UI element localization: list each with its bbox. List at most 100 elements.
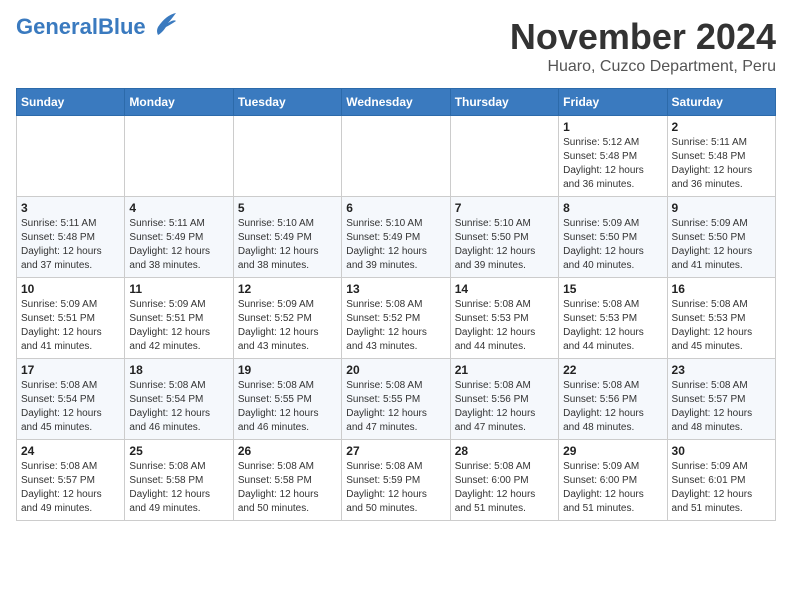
day-number: 12 (238, 282, 337, 296)
day-cell-14: 14 Sunrise: 5:08 AM Sunset: 5:53 PM Dayli… (450, 278, 558, 359)
weekday-header-friday: Friday (559, 89, 667, 116)
day-cell-17: 17 Sunrise: 5:08 AM Sunset: 5:54 PM Dayli… (17, 359, 125, 440)
weekday-header-wednesday: Wednesday (342, 89, 450, 116)
day-number: 7 (455, 201, 554, 215)
day-cell-26: 26 Sunrise: 5:08 AM Sunset: 5:58 PM Dayli… (233, 440, 341, 521)
day-info: Sunrise: 5:08 AM Sunset: 5:53 PM Dayligh… (672, 298, 771, 354)
day-cell-19: 19 Sunrise: 5:08 AM Sunset: 5:55 PM Dayli… (233, 359, 341, 440)
weekday-header-monday: Monday (125, 89, 233, 116)
empty-cell (233, 116, 341, 197)
day-cell-16: 16 Sunrise: 5:08 AM Sunset: 5:53 PM Dayli… (667, 278, 775, 359)
day-info: Sunrise: 5:09 AM Sunset: 5:50 PM Dayligh… (563, 217, 662, 273)
day-number: 26 (238, 444, 337, 458)
day-info: Sunrise: 5:08 AM Sunset: 5:52 PM Dayligh… (346, 298, 445, 354)
day-cell-9: 9 Sunrise: 5:09 AM Sunset: 5:50 PM Daylig… (667, 197, 775, 278)
day-number: 16 (672, 282, 771, 296)
day-info: Sunrise: 5:08 AM Sunset: 5:55 PM Dayligh… (238, 379, 337, 435)
day-cell-20: 20 Sunrise: 5:08 AM Sunset: 5:55 PM Dayli… (342, 359, 450, 440)
day-number: 28 (455, 444, 554, 458)
day-cell-22: 22 Sunrise: 5:08 AM Sunset: 5:56 PM Dayli… (559, 359, 667, 440)
day-info: Sunrise: 5:11 AM Sunset: 5:48 PM Dayligh… (21, 217, 120, 273)
day-number: 6 (346, 201, 445, 215)
day-cell-13: 13 Sunrise: 5:08 AM Sunset: 5:52 PM Dayli… (342, 278, 450, 359)
day-cell-10: 10 Sunrise: 5:09 AM Sunset: 5:51 PM Dayli… (17, 278, 125, 359)
day-cell-7: 7 Sunrise: 5:10 AM Sunset: 5:50 PM Daylig… (450, 197, 558, 278)
calendar-table: SundayMondayTuesdayWednesdayThursdayFrid… (16, 88, 776, 521)
day-number: 17 (21, 363, 120, 377)
day-number: 20 (346, 363, 445, 377)
day-info: Sunrise: 5:09 AM Sunset: 5:50 PM Dayligh… (672, 217, 771, 273)
day-info: Sunrise: 5:10 AM Sunset: 5:49 PM Dayligh… (346, 217, 445, 273)
day-info: Sunrise: 5:08 AM Sunset: 5:54 PM Dayligh… (129, 379, 228, 435)
weekday-header-saturday: Saturday (667, 89, 775, 116)
week-row-1: 1 Sunrise: 5:12 AM Sunset: 5:48 PM Daylig… (17, 116, 776, 197)
day-info: Sunrise: 5:08 AM Sunset: 5:56 PM Dayligh… (455, 379, 554, 435)
day-cell-2: 2 Sunrise: 5:11 AM Sunset: 5:48 PM Daylig… (667, 116, 775, 197)
day-cell-4: 4Sunrise: 5:11 AM Sunset: 5:49 PM Daylig… (125, 197, 233, 278)
week-row-5: 24Sunrise: 5:08 AM Sunset: 5:57 PM Dayli… (17, 440, 776, 521)
day-info: Sunrise: 5:08 AM Sunset: 5:57 PM Dayligh… (672, 379, 771, 435)
day-info: Sunrise: 5:09 AM Sunset: 6:01 PM Dayligh… (672, 460, 771, 516)
day-info: Sunrise: 5:08 AM Sunset: 5:56 PM Dayligh… (563, 379, 662, 435)
day-cell-3: 3 Sunrise: 5:11 AM Sunset: 5:48 PM Daylig… (17, 197, 125, 278)
day-number: 27 (346, 444, 445, 458)
day-info: Sunrise: 5:08 AM Sunset: 5:54 PM Dayligh… (21, 379, 120, 435)
day-cell-27: 27 Sunrise: 5:08 AM Sunset: 5:59 PM Dayli… (342, 440, 450, 521)
day-info: Sunrise: 5:08 AM Sunset: 5:59 PM Dayligh… (346, 460, 445, 516)
day-info: Sunrise: 5:12 AM Sunset: 5:48 PM Dayligh… (563, 136, 662, 192)
day-cell-8: 8 Sunrise: 5:09 AM Sunset: 5:50 PM Daylig… (559, 197, 667, 278)
logo: GeneralBlue (16, 16, 176, 38)
day-info: Sunrise: 5:09 AM Sunset: 5:51 PM Dayligh… (21, 298, 120, 354)
day-cell-25: 25 Sunrise: 5:08 AM Sunset: 5:58 PM Dayli… (125, 440, 233, 521)
week-row-3: 10 Sunrise: 5:09 AM Sunset: 5:51 PM Dayli… (17, 278, 776, 359)
day-number: 1 (563, 120, 662, 134)
day-number: 18 (129, 363, 228, 377)
day-info: Sunrise: 5:09 AM Sunset: 5:51 PM Dayligh… (129, 298, 228, 354)
weekday-header-sunday: Sunday (17, 89, 125, 116)
day-number: 9 (672, 201, 771, 215)
day-number: 21 (455, 363, 554, 377)
logo-bird-icon (148, 13, 176, 35)
day-number: 23 (672, 363, 771, 377)
day-cell-30: 30 Sunrise: 5:09 AM Sunset: 6:01 PM Dayli… (667, 440, 775, 521)
weekday-header-row: SundayMondayTuesdayWednesdayThursdayFrid… (17, 89, 776, 116)
month-title: November 2024 (510, 16, 776, 58)
day-cell-28: 28Sunrise: 5:08 AM Sunset: 6:00 PM Dayli… (450, 440, 558, 521)
day-number: 10 (21, 282, 120, 296)
page-header: GeneralBlue November 2024 Huaro, Cuzco D… (16, 16, 776, 76)
week-row-4: 17 Sunrise: 5:08 AM Sunset: 5:54 PM Dayli… (17, 359, 776, 440)
day-number: 4 (129, 201, 228, 215)
location: Huaro, Cuzco Department, Peru (510, 58, 776, 76)
day-number: 30 (672, 444, 771, 458)
day-cell-11: 11Sunrise: 5:09 AM Sunset: 5:51 PM Dayli… (125, 278, 233, 359)
day-cell-1: 1 Sunrise: 5:12 AM Sunset: 5:48 PM Daylig… (559, 116, 667, 197)
day-number: 22 (563, 363, 662, 377)
day-info: Sunrise: 5:08 AM Sunset: 5:53 PM Dayligh… (563, 298, 662, 354)
empty-cell (342, 116, 450, 197)
day-cell-6: 6 Sunrise: 5:10 AM Sunset: 5:49 PM Daylig… (342, 197, 450, 278)
day-number: 14 (455, 282, 554, 296)
empty-cell (125, 116, 233, 197)
day-cell-23: 23 Sunrise: 5:08 AM Sunset: 5:57 PM Dayli… (667, 359, 775, 440)
day-info: Sunrise: 5:08 AM Sunset: 5:53 PM Dayligh… (455, 298, 554, 354)
day-number: 2 (672, 120, 771, 134)
day-info: Sunrise: 5:08 AM Sunset: 5:58 PM Dayligh… (129, 460, 228, 516)
day-number: 3 (21, 201, 120, 215)
day-info: Sunrise: 5:08 AM Sunset: 5:58 PM Dayligh… (238, 460, 337, 516)
day-cell-18: 18 Sunrise: 5:08 AM Sunset: 5:54 PM Dayli… (125, 359, 233, 440)
day-info: Sunrise: 5:11 AM Sunset: 5:48 PM Dayligh… (672, 136, 771, 192)
empty-cell (17, 116, 125, 197)
day-number: 19 (238, 363, 337, 377)
day-number: 15 (563, 282, 662, 296)
day-number: 25 (129, 444, 228, 458)
day-cell-12: 12 Sunrise: 5:09 AM Sunset: 5:52 PM Dayli… (233, 278, 341, 359)
day-info: Sunrise: 5:10 AM Sunset: 5:49 PM Dayligh… (238, 217, 337, 273)
day-info: Sunrise: 5:08 AM Sunset: 5:55 PM Dayligh… (346, 379, 445, 435)
day-info: Sunrise: 5:08 AM Sunset: 5:57 PM Dayligh… (21, 460, 120, 516)
day-cell-5: 5Sunrise: 5:10 AM Sunset: 5:49 PM Daylig… (233, 197, 341, 278)
day-info: Sunrise: 5:10 AM Sunset: 5:50 PM Dayligh… (455, 217, 554, 273)
day-number: 13 (346, 282, 445, 296)
day-info: Sunrise: 5:09 AM Sunset: 5:52 PM Dayligh… (238, 298, 337, 354)
day-number: 8 (563, 201, 662, 215)
day-cell-29: 29Sunrise: 5:09 AM Sunset: 6:00 PM Dayli… (559, 440, 667, 521)
